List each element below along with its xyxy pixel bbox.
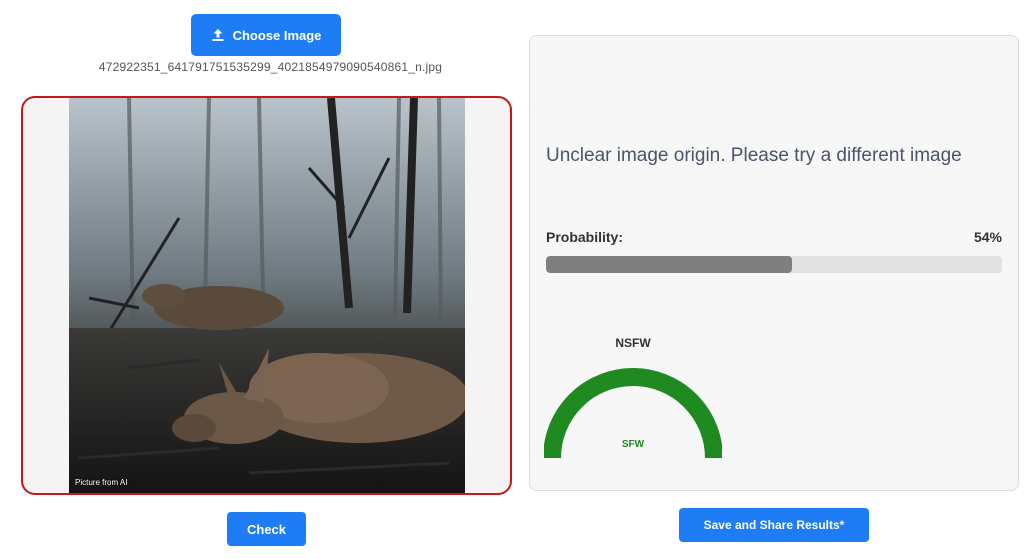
probability-bar-fill — [546, 256, 793, 273]
gauge-top-label: NSFW — [615, 336, 651, 350]
nsfw-gauge: NSFW SFW — [544, 336, 722, 466]
probability-bar — [546, 256, 1002, 273]
choose-image-label: Choose Image — [232, 27, 322, 43]
photo-caption: Picture from AI — [75, 478, 128, 487]
image-preview: Picture from AI — [21, 96, 512, 495]
page: Choose Image 472922351_641791751535299_4… — [0, 0, 1024, 559]
save-share-button[interactable]: Save and Share Results* — [679, 508, 869, 542]
probability-value: 54% — [973, 229, 1002, 245]
probability-label: Probability: — [546, 229, 624, 245]
check-button[interactable]: Check — [227, 512, 306, 546]
gauge-bottom-label: SFW — [621, 439, 645, 450]
file-name: 472922351_641791751535299_40218549790905… — [98, 60, 443, 74]
preview-photo: Picture from AI — [69, 98, 465, 493]
upload-icon — [212, 29, 224, 41]
result-panel: Unclear image origin. Please try a diffe… — [529, 35, 1019, 491]
choose-image-button[interactable]: Choose Image — [191, 14, 341, 56]
result-message: Unclear image origin. Please try a diffe… — [546, 145, 962, 166]
